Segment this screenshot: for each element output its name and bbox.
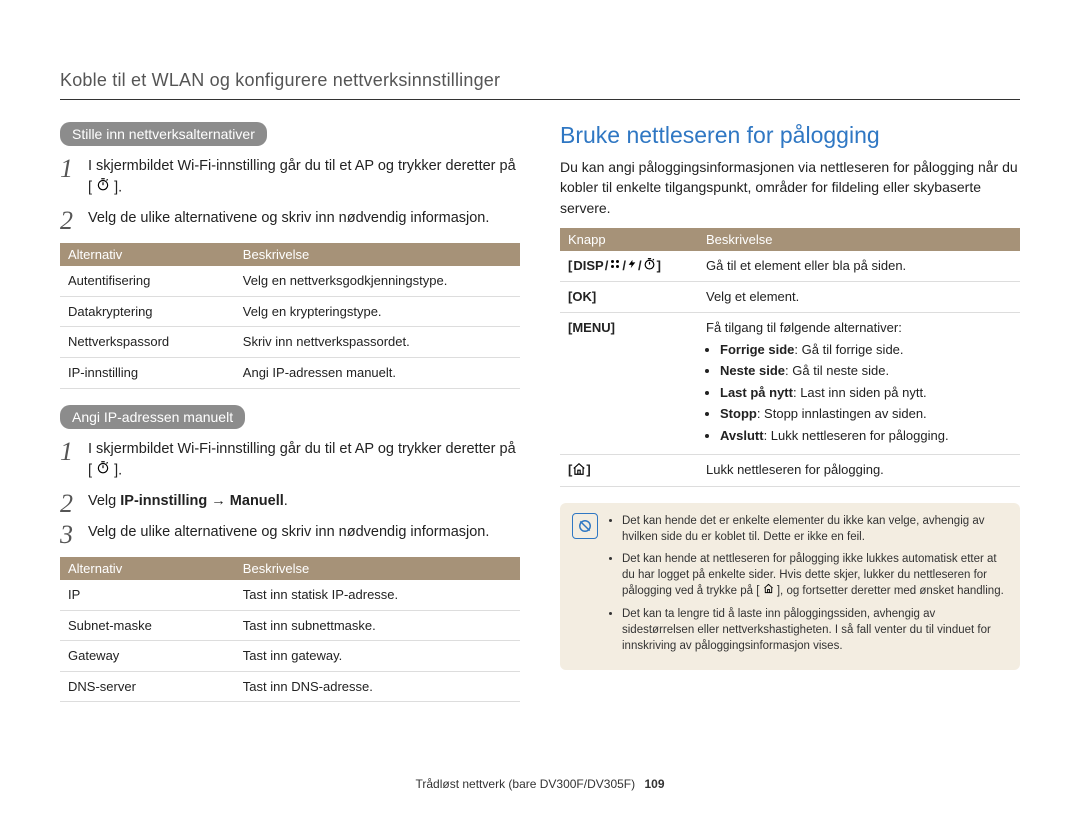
- key-home: []: [560, 455, 698, 487]
- steps-manual-ip: I skjermbildet Wi-Fi-innstilling går du …: [60, 439, 520, 543]
- th-knapp: Knapp: [560, 228, 698, 251]
- section-intro: Du kan angi påloggingsinformasjonen via …: [560, 157, 1020, 218]
- list-item: Stopp: Stopp innlastingen av siden.: [720, 405, 1012, 423]
- note-item: Det kan ta lengre tid å laste inn pålogg…: [622, 606, 1008, 654]
- step-text-pre: Velg: [88, 493, 120, 509]
- section-tag-network-options: Stille inn nettverksalternativer: [60, 122, 267, 146]
- note-icon: [572, 513, 598, 539]
- table-row: [OK] Velg et element.: [560, 282, 1020, 313]
- table-header-row: Alternativ Beskrivelse: [60, 557, 520, 580]
- key-ok: [OK]: [560, 282, 698, 313]
- note-item: Det kan hende at nettleseren for påloggi…: [622, 551, 1008, 599]
- step-text: Velg de ulike alternativene og skriv inn…: [88, 524, 489, 540]
- list-item: Avslutt: Lukk nettleseren for pålogging.: [720, 427, 1012, 445]
- list-item: Last på nytt: Last inn siden på nytt.: [720, 384, 1012, 402]
- step-text-suffix: ].: [114, 462, 122, 478]
- home-icon: [763, 583, 774, 599]
- step-item: Velg IP-innstilling → Manuell.: [60, 491, 520, 512]
- list-item: Forrige side: Gå til forrige side.: [720, 341, 1012, 359]
- th-beskrivelse: Beskrivelse: [235, 243, 520, 266]
- table-header-row: Knapp Beskrivelse: [560, 228, 1020, 251]
- note-list: Det kan hende det er enkelte elementer d…: [608, 513, 1008, 660]
- timer-icon: [643, 257, 656, 275]
- table-network-options: Alternativ Beskrivelse AutentifiseringVe…: [60, 243, 520, 388]
- th-beskrivelse: Beskrivelse: [235, 557, 520, 580]
- table-row: GatewayTast inn gateway.: [60, 641, 520, 672]
- table-row: Subnet-maskeTast inn subnettmaske.: [60, 610, 520, 641]
- steps-network-options: I skjermbildet Wi-Fi-innstilling går du …: [60, 156, 520, 229]
- table-row: IPTast inn statisk IP-adresse.: [60, 580, 520, 610]
- note-box: Det kan hende det er enkelte elementer d…: [560, 503, 1020, 670]
- table-manual-ip: Alternativ Beskrivelse IPTast inn statis…: [60, 557, 520, 702]
- table-browser-buttons: Knapp Beskrivelse [DISP/ / / ]: [560, 228, 1020, 487]
- th-alternativ: Alternativ: [60, 243, 235, 266]
- step-item: I skjermbildet Wi-Fi-innstilling går du …: [60, 439, 520, 481]
- menu-options-list: Forrige side: Gå til forrige side. Neste…: [706, 341, 1012, 445]
- left-column: Stille inn nettverksalternativer I skjer…: [60, 122, 520, 718]
- table-row: DatakrypteringVelg en krypteringstype.: [60, 296, 520, 327]
- page-footer: Trådløst nettverk (bare DV300F/DV305F) 1…: [0, 777, 1080, 791]
- table-row: [DISP/ / / ] Gå til et element eller bla…: [560, 251, 1020, 282]
- step-text-suffix: ].: [114, 179, 122, 195]
- menu-intro: Få tilgang til følgende alternativer:: [706, 319, 1012, 337]
- step-text-bold: IP-innstilling → Manuell: [120, 493, 284, 509]
- table-row: [] Lukk nettleseren for pålogging.: [560, 455, 1020, 487]
- timer-icon: [96, 177, 110, 198]
- timer-icon: [96, 460, 110, 481]
- right-column: Bruke nettleseren for pålogging Du kan a…: [560, 122, 1020, 718]
- step-text: I skjermbildet Wi-Fi-innstilling går du …: [88, 441, 516, 478]
- table-row: [MENU] Få tilgang til følgende alternati…: [560, 312, 1020, 454]
- step-item: Velg de ulike alternativene og skriv inn…: [60, 522, 520, 543]
- home-icon: [572, 462, 586, 481]
- section-title-browser-login: Bruke nettleseren for pålogging: [560, 122, 1020, 149]
- manual-page: Koble til et WLAN og konfigurere nettver…: [0, 0, 1080, 815]
- table-row: IP-innstillingAngi IP-adressen manuelt.: [60, 358, 520, 389]
- table-header-row: Alternativ Beskrivelse: [60, 243, 520, 266]
- table-row: AutentifiseringVelg en nettverksgodkjenn…: [60, 266, 520, 296]
- step-text-suf: .: [284, 493, 288, 509]
- th-beskrivelse: Beskrivelse: [698, 228, 1020, 251]
- step-text: Velg de ulike alternativene og skriv inn…: [88, 210, 489, 226]
- note-item: Det kan hende det er enkelte elementer d…: [622, 513, 1008, 545]
- macro-icon: [609, 257, 621, 275]
- section-tag-manual-ip: Angi IP-adressen manuelt: [60, 405, 245, 429]
- page-header: Koble til et WLAN og konfigurere nettver…: [60, 70, 1020, 91]
- key-disp: [DISP/ / / ]: [560, 251, 698, 282]
- footer-text: Trådløst nettverk (bare DV300F/DV305F): [415, 777, 635, 791]
- table-row: NettverkspassordSkriv inn nettverkspasso…: [60, 327, 520, 358]
- step-item: Velg de ulike alternativene og skriv inn…: [60, 208, 520, 229]
- header-rule: [60, 99, 1020, 100]
- step-text: I skjermbildet Wi-Fi-innstilling går du …: [88, 158, 516, 195]
- page-number: 109: [644, 777, 664, 791]
- list-item: Neste side: Gå til neste side.: [720, 362, 1012, 380]
- flash-icon: [627, 257, 637, 276]
- th-alternativ: Alternativ: [60, 557, 235, 580]
- two-column-layout: Stille inn nettverksalternativer I skjer…: [60, 122, 1020, 718]
- step-item: I skjermbildet Wi-Fi-innstilling går du …: [60, 156, 520, 198]
- table-row: DNS-serverTast inn DNS-adresse.: [60, 671, 520, 702]
- key-menu: [MENU]: [560, 312, 698, 454]
